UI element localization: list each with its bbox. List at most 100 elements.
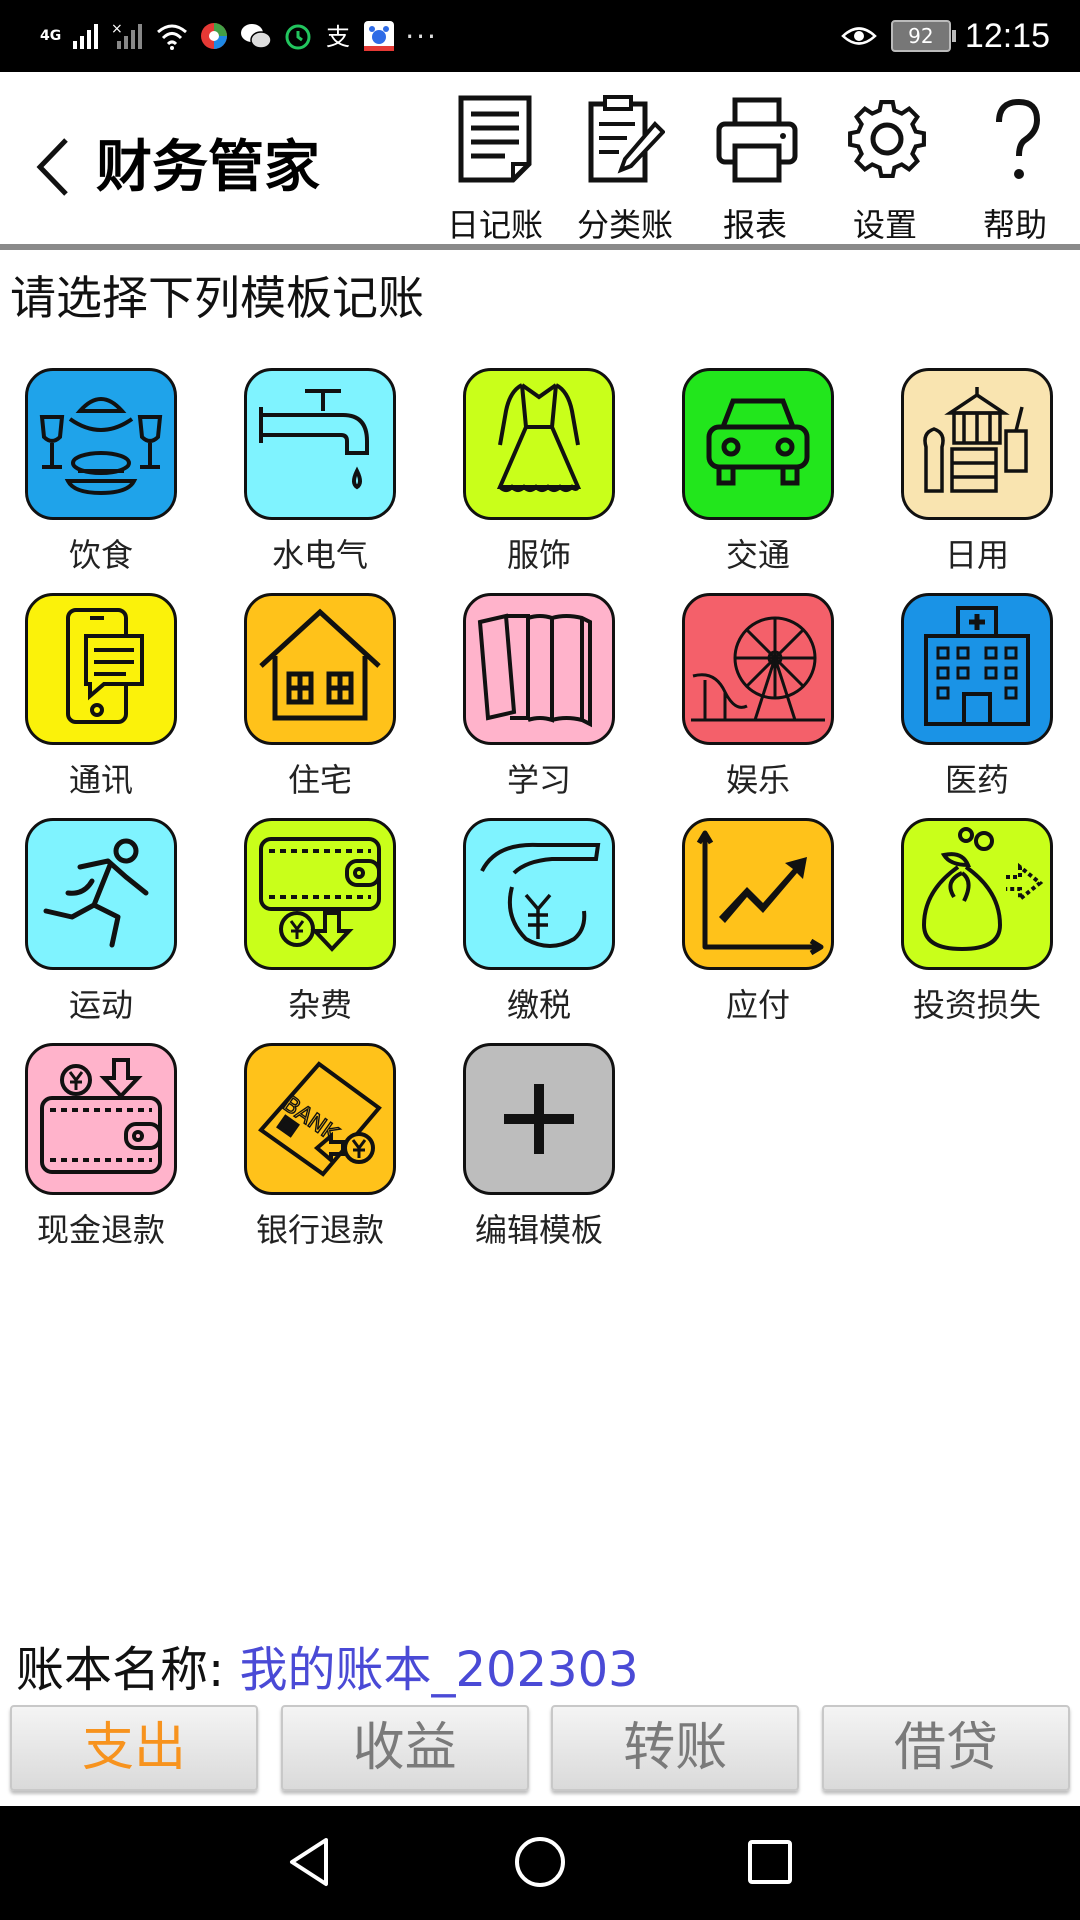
- tool-label: 日记账: [446, 206, 543, 244]
- template-tile: [244, 593, 396, 745]
- tool-settings[interactable]: 设置: [820, 82, 950, 244]
- template-label: 银行退款: [255, 1211, 384, 1249]
- template-tax[interactable]: 缴税: [439, 810, 658, 1035]
- hospital-icon: [924, 606, 1030, 726]
- template-label: 运动: [68, 986, 133, 1024]
- template-tile: [463, 818, 615, 970]
- template-label: 投资损失: [912, 986, 1041, 1024]
- template-tile: [25, 593, 177, 745]
- bottom-tabs: 支出 收益 转账 借贷: [10, 1705, 1070, 1791]
- status-bar: 4G × 支 ··· 92 12:15: [0, 0, 1080, 72]
- account-value[interactable]: 我的账本_202303: [239, 1642, 638, 1698]
- template-tile: [25, 368, 177, 520]
- template-label: 日用: [944, 536, 1009, 574]
- faucet-icon: [259, 389, 369, 490]
- wallet-icon: [259, 837, 381, 952]
- template-medical[interactable]: 医药: [877, 585, 1080, 810]
- template-tile: [463, 593, 615, 745]
- tool-label: 帮助: [982, 206, 1047, 244]
- tool-journal[interactable]: 日记账: [430, 82, 560, 244]
- template-label: 学习: [506, 761, 571, 799]
- section-title: 请选择下列模板记账: [10, 271, 424, 325]
- eye-icon: [841, 27, 877, 45]
- template-tile: [901, 368, 1053, 520]
- account-name: 账本名称: 我的账本_202303: [16, 1630, 639, 1700]
- cash-refund-icon: [40, 1058, 162, 1174]
- no-signal-icon: ×: [111, 21, 143, 49]
- back-arrow-icon[interactable]: [28, 132, 78, 202]
- template-misc[interactable]: 杂费: [220, 810, 439, 1035]
- baidu-icon: [364, 21, 395, 51]
- daily-goods-icon: [923, 387, 1028, 493]
- alarm-icon: [285, 24, 311, 50]
- template-tile: [682, 593, 834, 745]
- template-daily[interactable]: 日用: [877, 360, 1080, 585]
- template-label: 医药: [944, 761, 1009, 799]
- wifi-icon: [157, 24, 188, 50]
- template-entertainment[interactable]: 娱乐: [658, 585, 877, 810]
- books-icon: [477, 613, 592, 728]
- template-label: 缴税: [506, 986, 571, 1024]
- template-sports[interactable]: 运动: [1, 810, 220, 1035]
- tool-help[interactable]: 帮助: [950, 82, 1080, 244]
- food-icon: [39, 397, 163, 496]
- template-tile: [463, 368, 615, 520]
- template-food[interactable]: 饮食: [1, 360, 220, 585]
- tab-expense[interactable]: 支出: [10, 1705, 258, 1791]
- template-investment-loss[interactable]: 投资损失: [877, 810, 1080, 1035]
- template-tile: [25, 1043, 177, 1195]
- template-study[interactable]: 学习: [439, 585, 658, 810]
- template-label: 服饰: [506, 536, 571, 574]
- car-icon: [706, 398, 810, 486]
- template-tile: [901, 818, 1053, 970]
- template-label: 通讯: [68, 761, 133, 799]
- growth-chart-icon: [696, 830, 824, 956]
- app-title: 财务管家: [96, 135, 320, 200]
- template-cash-refund[interactable]: 现金退款: [1, 1035, 220, 1260]
- nav-home-icon[interactable]: [510, 1832, 570, 1892]
- svg-text:×: ×: [111, 21, 123, 37]
- printer-icon: [716, 97, 798, 183]
- nav-back-icon[interactable]: [280, 1832, 340, 1892]
- signal-icon: [73, 24, 99, 49]
- template-tile: BANK: [244, 1043, 396, 1195]
- nav-recents-icon[interactable]: [740, 1832, 800, 1892]
- tax-hand-icon: [480, 842, 601, 948]
- template-housing[interactable]: 住宅: [220, 585, 439, 810]
- template-label: 编辑模板: [474, 1211, 603, 1249]
- template-grid: 饮食 水电气 服饰 交通 日用 通讯 住宅 学习 娱乐 医药 运动 杂费 缴税 …: [0, 360, 1080, 1260]
- template-label: 水电气: [271, 536, 368, 574]
- tab-loan[interactable]: 借贷: [821, 1705, 1070, 1791]
- journal-icon: [458, 95, 532, 183]
- template-tile: [682, 818, 834, 970]
- template-edit[interactable]: 编辑模板: [439, 1035, 658, 1260]
- template-transport[interactable]: 交通: [658, 360, 877, 585]
- template-bank-refund[interactable]: BANK 银行退款: [220, 1035, 439, 1260]
- question-icon: [996, 98, 1041, 179]
- template-clothing[interactable]: 服饰: [439, 360, 658, 585]
- template-tile: [244, 818, 396, 970]
- template-tile: [682, 368, 834, 520]
- gear-icon: [848, 100, 926, 178]
- tool-report[interactable]: 报表: [690, 82, 820, 244]
- template-utilities[interactable]: 水电气: [220, 360, 439, 585]
- template-label: 现金退款: [36, 1211, 165, 1249]
- template-communication[interactable]: 通讯: [1, 585, 220, 810]
- template-label: 杂费: [287, 986, 352, 1024]
- template-label: 饮食: [68, 536, 133, 574]
- network-label: 4G: [40, 28, 62, 44]
- money-bag-icon: [921, 827, 1044, 952]
- template-label: 住宅: [287, 761, 352, 799]
- template-label: 交通: [725, 536, 790, 574]
- app-header: 财务管家 日记账 分类账 报表 设置 帮助: [0, 72, 1080, 250]
- tab-transfer[interactable]: 转账: [551, 1705, 800, 1791]
- system-nav-bar: [0, 1806, 1080, 1920]
- template-tile: [901, 593, 1053, 745]
- clock: 12:15: [964, 16, 1050, 55]
- tool-ledger[interactable]: 分类账: [560, 82, 690, 244]
- tab-income[interactable]: 收益: [280, 1705, 529, 1791]
- template-tile: [25, 818, 177, 970]
- tool-label: 分类账: [576, 206, 673, 244]
- template-payable[interactable]: 应付: [658, 810, 877, 1035]
- account-label: 账本名称:: [16, 1642, 240, 1698]
